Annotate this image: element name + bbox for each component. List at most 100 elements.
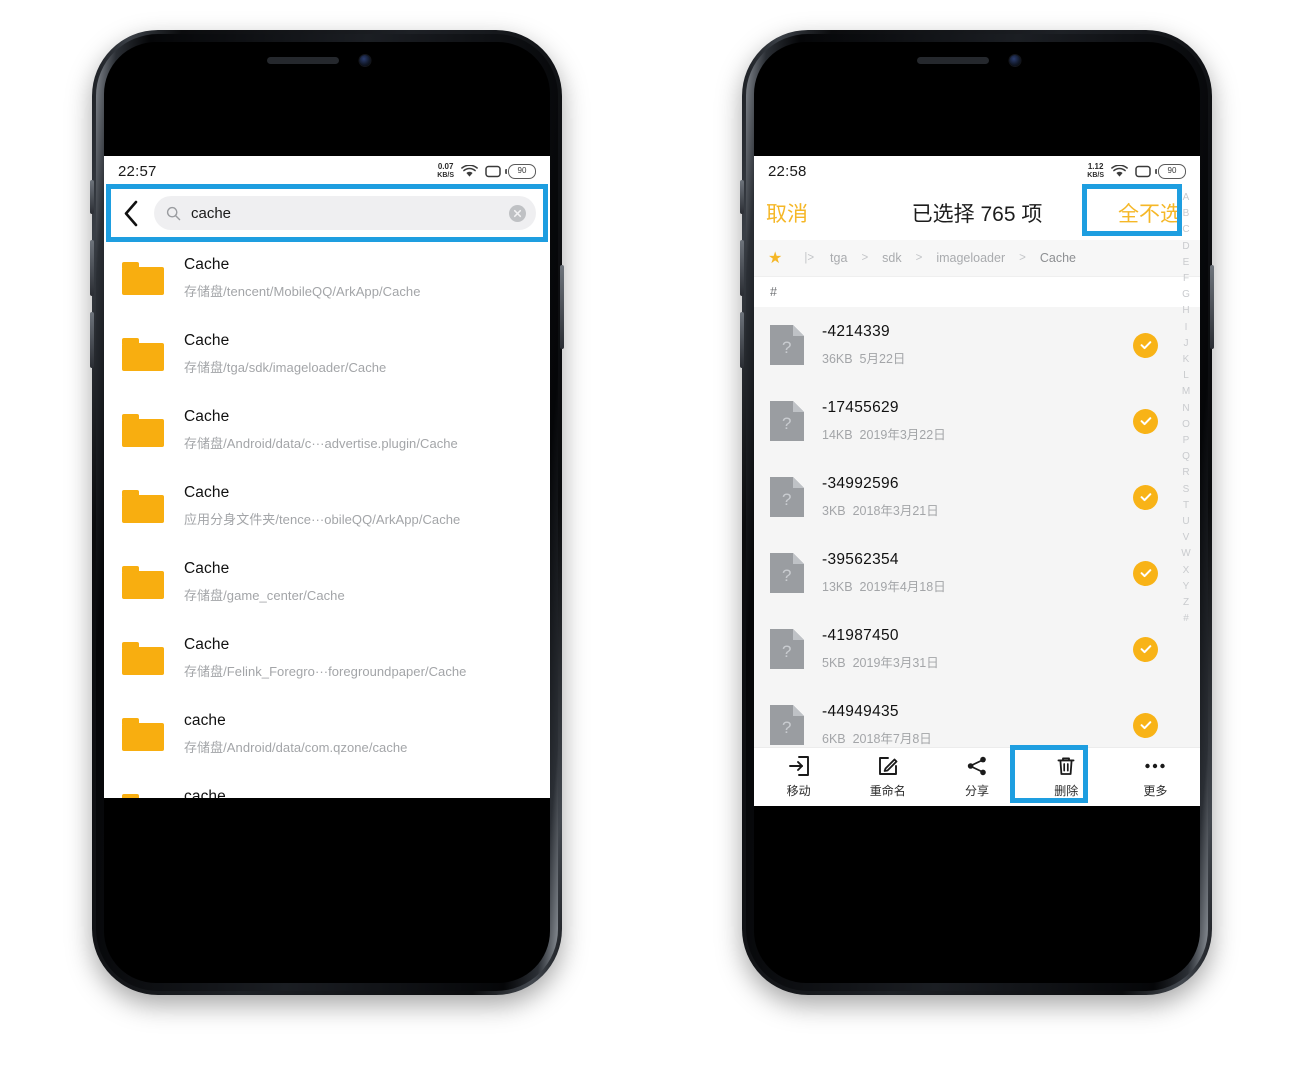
- file-list-row[interactable]: ? -39562354 13KB 2019年4月18日: [754, 535, 1200, 611]
- search-results-list: Cache 存储盘/tencent/MobileQQ/ArkApp/Cache Ca…: [104, 240, 550, 798]
- breadcrumb-item[interactable]: tga: [830, 251, 847, 265]
- checkbox-checked[interactable]: [1133, 560, 1158, 586]
- wifi-icon-right: [1111, 164, 1128, 178]
- breadcrumb-item[interactable]: imageloader: [936, 251, 1005, 265]
- star-icon[interactable]: ★: [768, 248, 782, 268]
- power-button-right[interactable]: [1210, 265, 1214, 349]
- search-result-row[interactable]: Cache 应用分身文件夹/tence···obileQQ/ArkApp/Cach…: [104, 468, 550, 544]
- search-result-row[interactable]: Cache 存储盘/Android/data/c···advertise.plug…: [104, 392, 550, 468]
- sim-card-icon-right: [1135, 165, 1151, 178]
- file-list: ? -4214339 36KB 5月22日? -17455629 14KB 2019年3…: [754, 307, 1200, 806]
- alphabet-index-letter[interactable]: E: [1183, 255, 1190, 271]
- file-meta: 5KB 2019年3月31日: [822, 652, 1133, 671]
- alphabet-index-letter[interactable]: I: [1185, 320, 1188, 336]
- deselect-all-button[interactable]: 全不选: [1111, 195, 1188, 231]
- alphabet-index-letter[interactable]: T: [1183, 498, 1189, 514]
- alphabet-index-letter[interactable]: O: [1182, 417, 1190, 433]
- checkbox-checked[interactable]: [1133, 712, 1158, 738]
- breadcrumb-item[interactable]: sdk: [882, 251, 901, 265]
- file-name: -39562354: [822, 551, 899, 568]
- toolbar-more-button[interactable]: 更多: [1111, 755, 1200, 799]
- breadcrumb-separator: >: [861, 252, 869, 264]
- alphabet-index-letter[interactable]: M: [1182, 384, 1190, 400]
- volume-down-button[interactable]: [90, 312, 94, 368]
- network-speed-indicator: 0.07 KB/S: [437, 163, 454, 180]
- toolbar-rename-button[interactable]: 重命名: [843, 755, 932, 799]
- clear-search-icon[interactable]: [509, 204, 526, 222]
- file-date: 2019年3月31日: [852, 656, 939, 670]
- unknown-file-icon: ?: [770, 553, 804, 593]
- folder-icon: [122, 717, 164, 751]
- result-name: cache: [184, 788, 226, 798]
- status-icons: 0.07 KB/S 90: [437, 163, 536, 179]
- alphabet-index-letter[interactable]: F: [1183, 271, 1189, 287]
- battery-level-right: 90: [1167, 166, 1177, 175]
- checkbox-checked[interactable]: [1133, 408, 1158, 434]
- power-button[interactable]: [560, 265, 564, 349]
- alphabet-index-letter[interactable]: C: [1182, 222, 1189, 238]
- volume-down-button-right[interactable]: [740, 312, 744, 368]
- file-date: 2018年3月21日: [852, 504, 939, 518]
- folder-icon: [122, 793, 164, 798]
- alphabet-index-letter[interactable]: K: [1183, 352, 1190, 368]
- alphabet-index-letter[interactable]: X: [1183, 563, 1190, 579]
- file-list-row[interactable]: ? -4214339 36KB 5月22日: [754, 307, 1200, 383]
- back-icon[interactable]: [114, 196, 148, 230]
- result-name: Cache: [184, 256, 230, 273]
- search-result-row[interactable]: Cache 存储盘/game_center/Cache: [104, 544, 550, 620]
- alphabet-index-letter[interactable]: W: [1181, 546, 1190, 562]
- alphabet-index-letter[interactable]: U: [1182, 514, 1189, 530]
- network-speed-unit-right: KB/S: [1087, 172, 1104, 179]
- alphabet-index-letter[interactable]: N: [1182, 401, 1189, 417]
- checkbox-checked[interactable]: [1133, 332, 1158, 358]
- file-list-row[interactable]: ? -41987450 5KB 2019年3月31日: [754, 611, 1200, 687]
- result-name: Cache: [184, 636, 230, 653]
- toolbar-move-button[interactable]: 移动: [754, 755, 843, 799]
- alphabet-index-letter[interactable]: Y: [1183, 579, 1190, 595]
- file-name: -44949435: [822, 703, 899, 720]
- alphabet-index-letter[interactable]: J: [1184, 336, 1189, 352]
- alphabet-index-letter[interactable]: L: [1183, 368, 1189, 384]
- toolbar-share-button[interactable]: 分享: [932, 755, 1021, 799]
- breadcrumb-item[interactable]: Cache: [1040, 251, 1076, 265]
- alphabet-index-letter[interactable]: R: [1182, 465, 1189, 481]
- file-meta: 3KB 2018年3月21日: [822, 500, 1133, 519]
- alphabet-index-letter[interactable]: A: [1183, 190, 1190, 206]
- search-input[interactable]: cache: [154, 196, 536, 230]
- search-result-row[interactable]: cache 存储盘/Android/data/com.qzone/cache: [104, 696, 550, 772]
- toolbar-trash-button[interactable]: 删除: [1022, 755, 1111, 799]
- search-result-row[interactable]: Cache 存储盘/tencent/MobileQQ/ArkApp/Cache: [104, 240, 550, 316]
- search-result-row[interactable]: cache存储盘/Android/data/co···.sgame-ext/fi…: [104, 772, 550, 798]
- battery-icon-right: 90: [1155, 163, 1186, 179]
- search-result-row[interactable]: Cache 存储盘/Felink_Foregro···foregroundpape…: [104, 620, 550, 696]
- file-list-row[interactable]: ? -34992596 3KB 2018年3月21日: [754, 459, 1200, 535]
- mute-switch-right[interactable]: [740, 180, 744, 214]
- alphabet-index-scrollbar[interactable]: A B C D E F G H I J K L M N O P Q R S T U V W X Y Z #: [1179, 190, 1193, 627]
- alphabet-index-letter[interactable]: Z: [1183, 595, 1189, 611]
- checkbox-checked[interactable]: [1133, 484, 1158, 510]
- alphabet-index-letter[interactable]: B: [1183, 206, 1190, 222]
- file-list-row[interactable]: ? -17455629 14KB 2019年3月22日: [754, 383, 1200, 459]
- svg-text:?: ?: [782, 718, 791, 737]
- toolbar-label: 分享: [965, 784, 990, 798]
- alphabet-index-letter[interactable]: G: [1182, 287, 1190, 303]
- alphabet-index-letter[interactable]: P: [1183, 433, 1190, 449]
- alphabet-index-letter[interactable]: #: [1183, 611, 1189, 627]
- file-size: 3KB: [822, 504, 846, 518]
- alphabet-index-letter[interactable]: V: [1183, 530, 1190, 546]
- status-icons-right: 1.12 KB/S 90: [1087, 163, 1186, 179]
- volume-up-button-right[interactable]: [740, 240, 744, 296]
- alphabet-index-letter[interactable]: Q: [1182, 449, 1190, 465]
- search-result-row[interactable]: Cache 存储盘/tga/sdk/imageloader/Cache: [104, 316, 550, 392]
- folder-icon: [122, 337, 164, 371]
- alphabet-index-letter[interactable]: D: [1182, 239, 1189, 255]
- phone-right-screen: 22:58 1.12 KB/S 90 取消 已选择 765 项 全不选 ★ |>…: [754, 42, 1200, 983]
- volume-up-button[interactable]: [90, 240, 94, 296]
- result-path: 存储盘/Android/data/c···advertise.plugin/Ca…: [184, 436, 458, 451]
- mute-switch[interactable]: [90, 180, 94, 214]
- toolbar-label: 更多: [1143, 784, 1168, 798]
- rename-icon: [877, 755, 899, 777]
- alphabet-index-letter[interactable]: S: [1183, 482, 1190, 498]
- checkbox-checked[interactable]: [1133, 636, 1158, 662]
- alphabet-index-letter[interactable]: H: [1182, 303, 1189, 319]
